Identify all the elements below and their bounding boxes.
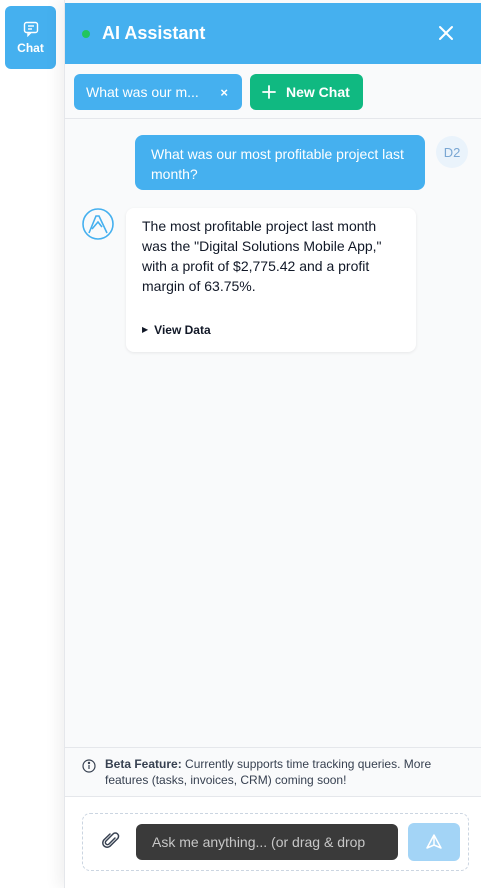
chat-tabs-bar: What was our m... × New Chat [65, 64, 481, 119]
online-status-dot [82, 29, 90, 38]
beta-title: Beta Feature: [105, 757, 182, 771]
assistant-panel: AI Assistant What was our m... × New Cha… [64, 0, 481, 888]
drop-zone[interactable] [82, 813, 469, 871]
new-chat-button[interactable]: New Chat [250, 74, 363, 110]
close-icon[interactable] [434, 21, 458, 45]
paperclip-icon[interactable] [101, 831, 121, 851]
composer [65, 797, 481, 888]
view-data-label: View Data [154, 323, 211, 337]
send-icon [426, 834, 442, 849]
beta-notice: Beta Feature: Currently supports time tr… [65, 747, 481, 797]
chat-tab-label: What was our m... [86, 84, 199, 100]
panel-title: AI Assistant [102, 23, 206, 43]
panel-header: AI Assistant [65, 3, 481, 64]
assistant-logo-icon [82, 208, 114, 240]
send-button[interactable] [408, 823, 460, 861]
chat-toggle-button[interactable]: Chat [5, 6, 56, 69]
plus-icon [262, 85, 276, 99]
user-message: What was our most profitable project las… [135, 135, 425, 190]
user-avatar: D2 [436, 136, 468, 168]
assistant-message: The most profitable project last month w… [126, 208, 416, 352]
info-icon [82, 759, 96, 773]
chat-tab-close-button[interactable]: × [220, 85, 228, 100]
user-message-text: What was our most profitable project las… [151, 146, 404, 182]
view-data-toggle[interactable]: ▶ View Data [142, 320, 211, 340]
message-input[interactable] [136, 824, 398, 860]
disclosure-triangle-icon: ▶ [142, 325, 149, 334]
message-list: What was our most profitable project las… [65, 120, 481, 747]
chat-toggle-label: Chat [17, 40, 44, 55]
left-rail: Chat [0, 0, 64, 888]
assistant-message-text: The most profitable project last month w… [142, 218, 382, 294]
chat-tab-active[interactable]: What was our m... × [74, 74, 242, 110]
new-chat-label: New Chat [286, 84, 350, 100]
chat-bubble-icon [23, 21, 38, 37]
